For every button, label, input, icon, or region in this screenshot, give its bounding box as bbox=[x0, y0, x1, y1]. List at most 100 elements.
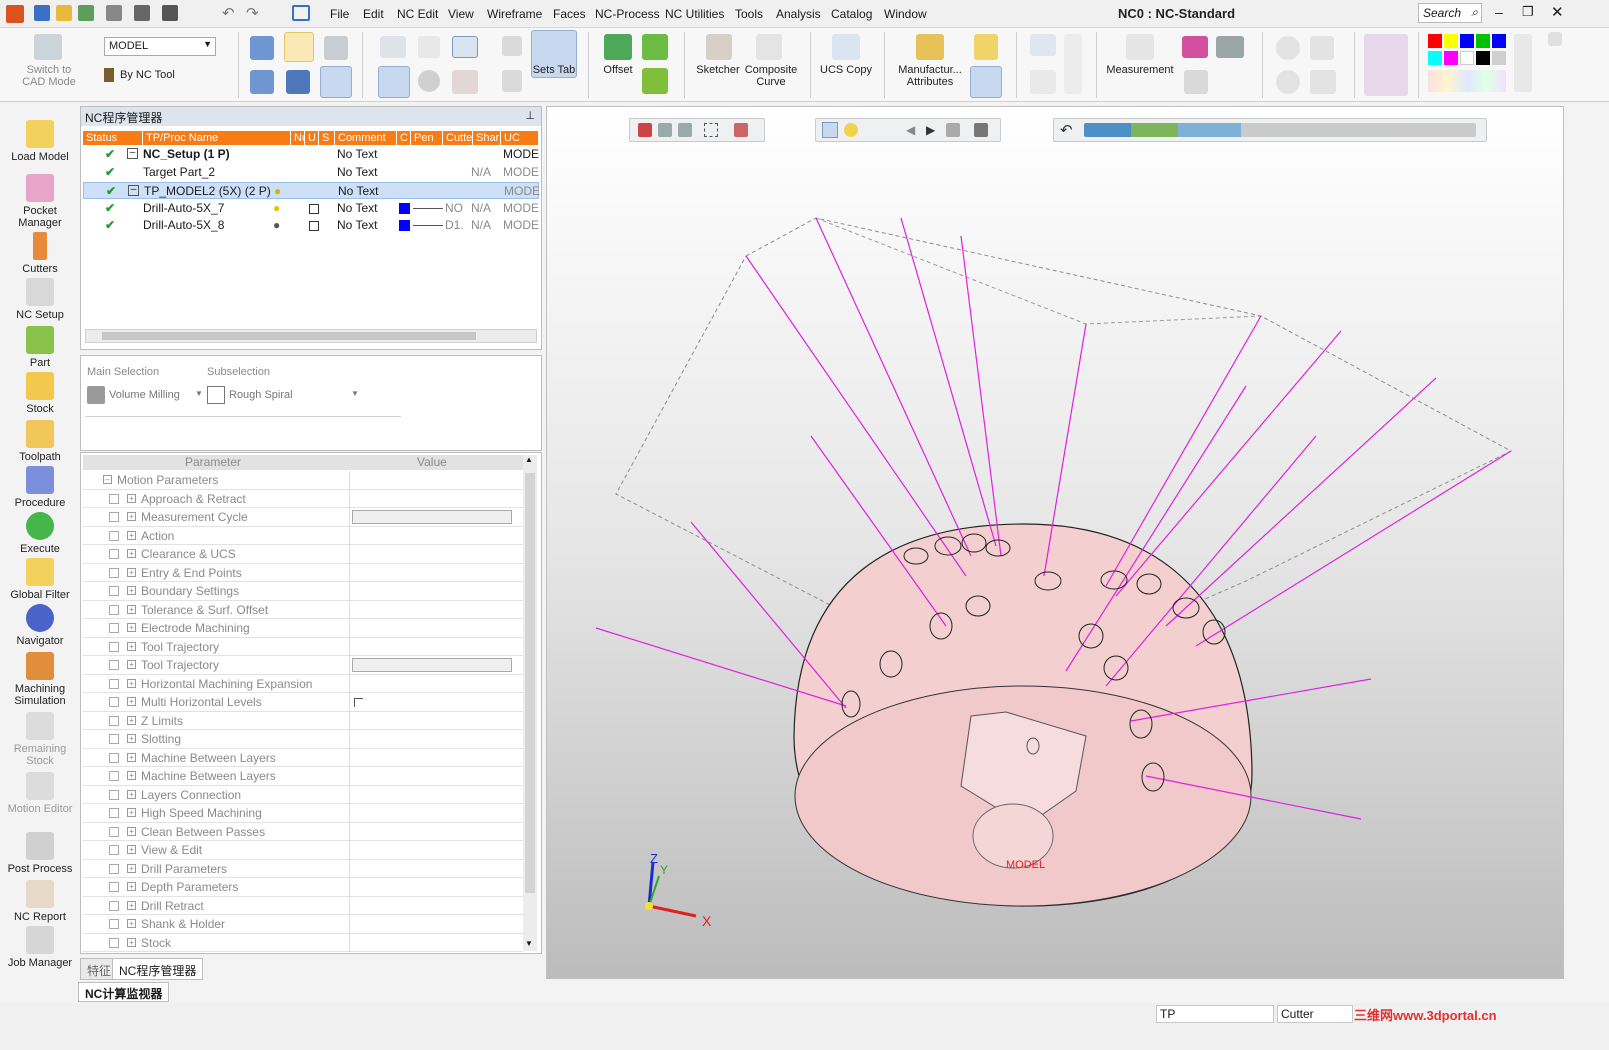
zoom-window-icon[interactable] bbox=[1310, 36, 1334, 60]
param-row[interactable]: + Drill Retract bbox=[83, 896, 523, 915]
tree-row-drill-7[interactable]: ✔ Drill-Auto-5X_7 ● No Text NO N/A MODE bbox=[83, 200, 539, 217]
offset-button[interactable]: Offset bbox=[596, 64, 640, 76]
edit-param-icon[interactable] bbox=[109, 493, 119, 504]
param-row[interactable]: + Depth Parameters bbox=[83, 878, 523, 897]
edit-param-icon[interactable] bbox=[109, 752, 119, 763]
zoom-icon[interactable] bbox=[1276, 36, 1300, 60]
tab-nc-manager[interactable]: NC程序管理器 bbox=[112, 958, 204, 980]
col-nu[interactable]: Nu bbox=[291, 131, 308, 145]
col-c[interactable]: C bbox=[397, 131, 411, 145]
pin-panel-icon[interactable]: ⊥ bbox=[525, 109, 535, 122]
color-swatch-yellow[interactable] bbox=[1444, 34, 1458, 48]
param-value[interactable] bbox=[349, 767, 521, 785]
col-cutter[interactable]: Cutte bbox=[443, 131, 473, 145]
param-value[interactable] bbox=[349, 748, 521, 767]
param-value[interactable] bbox=[349, 841, 521, 859]
expand-icon[interactable]: + bbox=[127, 493, 136, 503]
expand-icon[interactable]: + bbox=[127, 919, 136, 928]
edit-param-icon[interactable] bbox=[109, 808, 119, 818]
menu-tools[interactable]: Tools bbox=[735, 7, 763, 21]
scroll-thumb[interactable] bbox=[102, 332, 476, 340]
color-swatch-red[interactable] bbox=[1428, 34, 1442, 48]
pin-icon[interactable] bbox=[1548, 32, 1562, 46]
tree-row-target-part[interactable]: ✔ Target Part_2 No Text N/A MODE bbox=[83, 164, 539, 181]
param-row[interactable]: + View & Edit bbox=[83, 841, 523, 860]
edit-param-icon[interactable] bbox=[109, 512, 119, 522]
machining-simulation-button[interactable]: Machining Simulation bbox=[2, 652, 78, 707]
param-value[interactable] bbox=[349, 711, 521, 730]
box-icon[interactable] bbox=[320, 66, 352, 98]
global-filter-button[interactable]: Global Filter bbox=[2, 558, 78, 601]
expand-icon[interactable]: + bbox=[127, 789, 136, 799]
color-swatch-blue[interactable] bbox=[1460, 34, 1474, 48]
toolpath-icon[interactable] bbox=[250, 36, 274, 60]
param-value[interactable] bbox=[349, 878, 521, 896]
color-swatch-blue2[interactable] bbox=[1492, 34, 1506, 48]
job-manager-button[interactable]: Job Manager bbox=[2, 926, 78, 969]
grid-icon[interactable] bbox=[1064, 34, 1082, 94]
scroll-down-icon[interactable]: ▼ bbox=[525, 939, 533, 948]
new-icon[interactable] bbox=[78, 5, 94, 21]
edit-param-icon[interactable] bbox=[109, 771, 119, 781]
bulb-off-icon[interactable]: ● bbox=[273, 217, 280, 234]
param-row[interactable]: + Horizontal Machining Expansion bbox=[83, 674, 523, 693]
expand-icon[interactable]: + bbox=[127, 530, 136, 540]
menu-view[interactable]: View bbox=[448, 7, 474, 21]
expand-icon[interactable]: + bbox=[127, 623, 136, 632]
menu-nc-edit[interactable]: NC Edit bbox=[397, 7, 438, 21]
param-row[interactable]: + Layers Connection bbox=[83, 785, 523, 804]
color-swatch-black[interactable] bbox=[1476, 51, 1490, 65]
color-surface3-icon[interactable] bbox=[1184, 70, 1208, 94]
remaining-stock-button[interactable]: Remaining Stock bbox=[2, 712, 78, 767]
execute-button[interactable]: Execute bbox=[2, 512, 78, 555]
param-value[interactable] bbox=[349, 637, 521, 656]
navigator-button[interactable]: Navigator bbox=[2, 604, 78, 647]
sets-tab-button[interactable]: Sets Tab bbox=[531, 64, 577, 76]
post-process-button[interactable]: Post Process bbox=[2, 832, 78, 875]
search-box[interactable]: Search ⌕ bbox=[1418, 3, 1482, 23]
param-value[interactable] bbox=[349, 563, 521, 582]
param-value[interactable] bbox=[349, 526, 521, 545]
menu-catalog[interactable]: Catalog bbox=[831, 7, 872, 21]
edit-param-icon[interactable] bbox=[109, 734, 119, 744]
expand-icon[interactable]: + bbox=[127, 882, 136, 891]
param-value[interactable] bbox=[349, 582, 521, 600]
param-row[interactable]: + Machine Between Layers bbox=[83, 767, 523, 786]
close-button[interactable]: ✕ bbox=[1551, 3, 1564, 21]
print-icon[interactable] bbox=[106, 5, 122, 21]
param-value[interactable] bbox=[349, 619, 521, 637]
param-row[interactable]: + Electrode Machining bbox=[83, 619, 523, 638]
checkbox[interactable] bbox=[309, 204, 319, 214]
view-cube-icon[interactable] bbox=[1364, 34, 1408, 96]
expand-icon[interactable]: + bbox=[127, 808, 136, 817]
load-model-button[interactable]: Load Model bbox=[2, 120, 78, 163]
expand-icon[interactable]: + bbox=[127, 678, 136, 688]
measurement-button[interactable]: Measurement bbox=[1104, 64, 1176, 76]
tree-row-tp-model2[interactable]: ✔ – TP_MODEL2 (5X) (2 P) ● No Text MODE bbox=[83, 182, 540, 199]
list-icon[interactable] bbox=[378, 66, 410, 98]
tab-nc-monitor[interactable]: NC计算监视器 bbox=[78, 982, 170, 1002]
redo-icon[interactable]: ↷ bbox=[246, 4, 259, 22]
switch-cad-mode-button[interactable]: Switch to CAD Mode bbox=[18, 64, 80, 88]
color-swatch-green[interactable] bbox=[1476, 34, 1490, 48]
param-value[interactable] bbox=[349, 674, 521, 693]
expand-icon[interactable]: + bbox=[127, 660, 136, 669]
composite-curve-button[interactable]: Composite Curve bbox=[740, 64, 802, 88]
collapse-icon[interactable]: – bbox=[103, 475, 112, 484]
param-row[interactable]: + High Speed Machining bbox=[83, 804, 523, 823]
expand-icon[interactable]: + bbox=[127, 826, 136, 836]
expand-icon[interactable]: + bbox=[127, 567, 136, 577]
param-value[interactable] bbox=[349, 693, 521, 711]
scroll-thumb[interactable] bbox=[525, 473, 535, 893]
align-icon[interactable] bbox=[502, 70, 522, 92]
text-icon[interactable] bbox=[1030, 70, 1056, 94]
cad-mode-icon[interactable] bbox=[34, 34, 62, 60]
param-checkbox[interactable] bbox=[354, 698, 363, 707]
param-row[interactable]: + Stock bbox=[83, 933, 523, 952]
manufacturing-attributes-icon[interactable] bbox=[916, 34, 944, 60]
edit-param-icon[interactable] bbox=[109, 678, 119, 689]
expand-icon[interactable]: + bbox=[127, 734, 136, 743]
checkbox[interactable] bbox=[309, 221, 319, 231]
edit-param-icon[interactable] bbox=[109, 641, 119, 652]
expand-icon[interactable]: + bbox=[127, 549, 136, 558]
